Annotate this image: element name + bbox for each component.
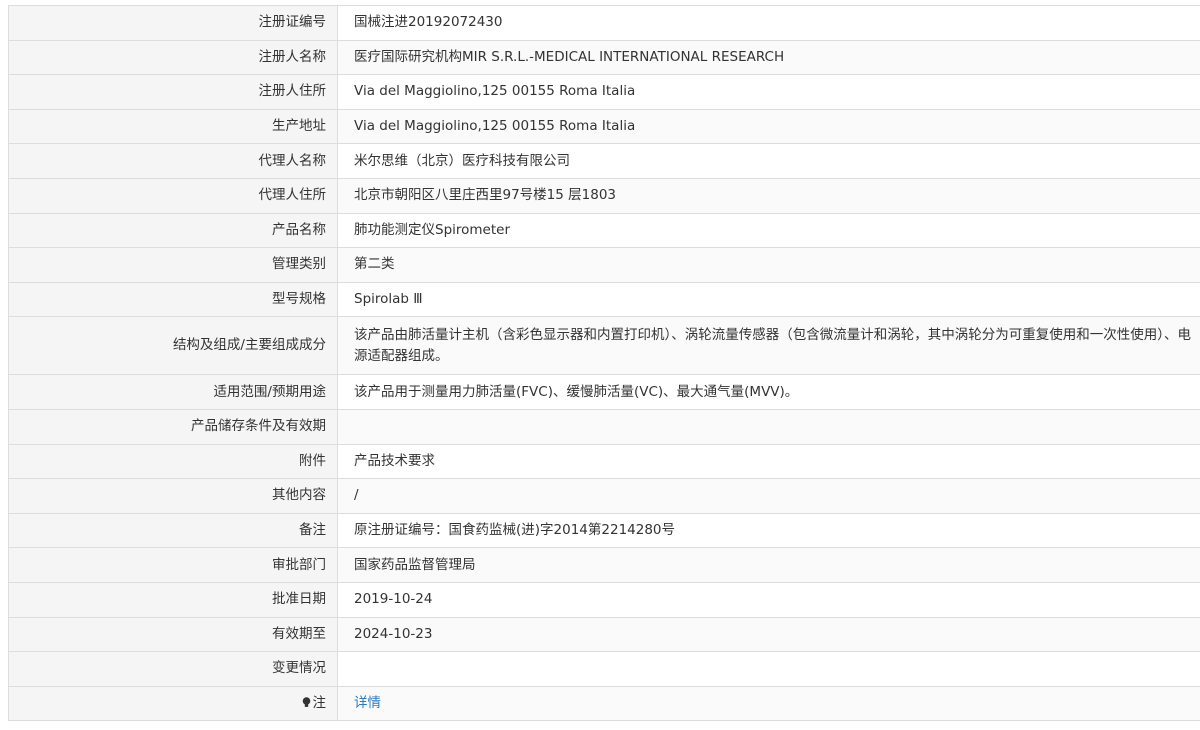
row-approval-date: 批准日期 2019-10-24 [8, 581, 1200, 618]
label-registrant-name: 注册人名称 [8, 39, 338, 76]
label-product-name: 产品名称 [8, 212, 338, 249]
details-link[interactable]: 详情 [354, 695, 381, 711]
row-registrant-address: 注册人住所 Via del Maggiolino,125 00155 Roma … [8, 74, 1200, 110]
value-change-status [337, 651, 1200, 687]
row-remarks: 备注 原注册证编号：国食药监械(进)字2014第2214280号 [8, 512, 1200, 549]
value-registration-number: 国械注进20192072430 [337, 5, 1200, 41]
value-remarks: 原注册证编号：国食药监械(进)字2014第2214280号 [337, 512, 1200, 549]
label-note: 注 [8, 685, 338, 722]
label-other-content: 其他内容 [8, 478, 338, 514]
label-approval-department: 审批部门 [8, 547, 338, 583]
label-registrant-address: 注册人住所 [8, 74, 338, 110]
lightbulb-icon [302, 697, 310, 707]
row-agent-address: 代理人住所 北京市朝阳区八里庄西里97号楼15 层1803 [8, 177, 1200, 214]
row-other-content: 其他内容 / [8, 478, 1200, 514]
row-valid-until: 有效期至 2024-10-23 [8, 616, 1200, 653]
note-label-text: 注 [312, 694, 327, 711]
label-structure-composition: 结构及组成/主要组成成分 [8, 316, 338, 376]
label-remarks: 备注 [8, 512, 338, 549]
value-structure-composition: 该产品由肺活量计主机（含彩色显示器和内置打印机）、涡轮流量传感器（包含微流量计和… [337, 316, 1200, 376]
label-agent-address: 代理人住所 [8, 177, 338, 214]
value-valid-until: 2024-10-23 [337, 616, 1200, 653]
value-registrant-name: 医疗国际研究机构MIR S.R.L.-MEDICAL INTERNATIONAL… [337, 39, 1200, 76]
value-agent-name: 米尔思维（北京）医疗科技有限公司 [337, 143, 1200, 179]
value-management-category: 第二类 [337, 247, 1200, 283]
label-model-spec: 型号规格 [8, 281, 338, 318]
row-agent-name: 代理人名称 米尔思维（北京）医疗科技有限公司 [8, 143, 1200, 179]
row-production-address: 生产地址 Via del Maggiolino,125 00155 Roma I… [8, 108, 1200, 145]
label-approval-date: 批准日期 [8, 581, 338, 618]
row-management-category: 管理类别 第二类 [8, 247, 1200, 283]
row-structure-composition: 结构及组成/主要组成成分 该产品由肺活量计主机（含彩色显示器和内置打印机）、涡轮… [8, 316, 1200, 376]
row-change-status: 变更情况 [8, 651, 1200, 687]
label-registration-number: 注册证编号 [8, 5, 338, 41]
label-attachment: 附件 [8, 443, 338, 480]
value-intended-use: 该产品用于测量用力肺活量(FVC)、缓慢肺活量(VC)、最大通气量(MVV)。 [337, 374, 1200, 410]
row-storage-validity: 产品储存条件及有效期 [8, 408, 1200, 445]
row-registration-number: 注册证编号 国械注进20192072430 [8, 5, 1200, 41]
label-production-address: 生产地址 [8, 108, 338, 145]
row-approval-department: 审批部门 国家药品监督管理局 [8, 547, 1200, 583]
label-agent-name: 代理人名称 [8, 143, 338, 179]
row-attachment: 附件 产品技术要求 [8, 443, 1200, 480]
value-attachment: 产品技术要求 [337, 443, 1200, 480]
label-valid-until: 有效期至 [8, 616, 338, 653]
registration-detail-table: 注册证编号 国械注进20192072430 注册人名称 医疗国际研究机构MIR … [8, 5, 1200, 722]
row-model-spec: 型号规格 Spirolab Ⅲ [8, 281, 1200, 318]
row-product-name: 产品名称 肺功能测定仪Spirometer [8, 212, 1200, 249]
value-agent-address: 北京市朝阳区八里庄西里97号楼15 层1803 [337, 177, 1200, 214]
value-model-spec: Spirolab Ⅲ [337, 281, 1200, 318]
label-storage-validity: 产品储存条件及有效期 [8, 408, 338, 445]
label-intended-use: 适用范围/预期用途 [8, 374, 338, 410]
value-other-content: / [337, 478, 1200, 514]
row-note: 注 详情 [8, 685, 1200, 722]
value-registrant-address: Via del Maggiolino,125 00155 Roma Italia [337, 74, 1200, 110]
value-production-address: Via del Maggiolino,125 00155 Roma Italia [337, 108, 1200, 145]
value-approval-department: 国家药品监督管理局 [337, 547, 1200, 583]
row-intended-use: 适用范围/预期用途 该产品用于测量用力肺活量(FVC)、缓慢肺活量(VC)、最大… [8, 374, 1200, 410]
value-storage-validity [337, 408, 1200, 445]
label-management-category: 管理类别 [8, 247, 338, 283]
value-note: 详情 [337, 685, 1200, 722]
value-approval-date: 2019-10-24 [337, 581, 1200, 618]
row-registrant-name: 注册人名称 医疗国际研究机构MIR S.R.L.-MEDICAL INTERNA… [8, 39, 1200, 76]
value-product-name: 肺功能测定仪Spirometer [337, 212, 1200, 249]
label-change-status: 变更情况 [8, 651, 338, 687]
